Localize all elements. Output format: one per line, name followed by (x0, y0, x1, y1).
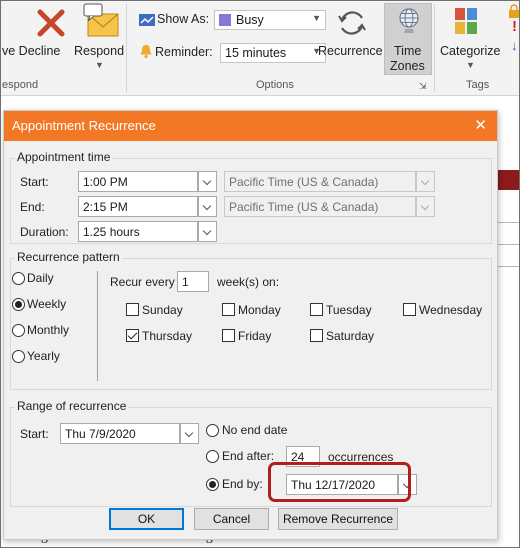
range-start-dropdown[interactable] (180, 423, 199, 444)
decline-icon[interactable] (34, 6, 68, 40)
yearly-radio[interactable] (12, 350, 25, 363)
sunday-checkbox[interactable] (126, 303, 139, 316)
appointment-recurrence-dialog: Appointment Recurrence ✕ Appointment tim… (3, 110, 498, 540)
low-importance-icon[interactable]: ↓ (511, 38, 518, 53)
wednesday-checkbox[interactable] (403, 303, 416, 316)
weeks-on-label: week(s) on: (217, 275, 280, 289)
tags-group-label: Tags (466, 79, 490, 91)
document-divider (498, 244, 520, 245)
weekly-label[interactable]: Weekly (27, 297, 66, 311)
private-lock-icon[interactable] (508, 4, 520, 18)
thursday-checkbox[interactable] (126, 329, 139, 342)
recurrence-pattern-legend: Recurrence pattern (15, 250, 122, 264)
document-header-bar (498, 170, 520, 190)
reminder-bell-icon (139, 43, 153, 59)
monthly-radio[interactable] (12, 324, 25, 337)
high-importance-icon[interactable]: ! (512, 18, 517, 35)
categorize-dropdown-icon[interactable]: ▼ (466, 60, 475, 70)
monday-label[interactable]: Monday (238, 303, 281, 317)
close-icon[interactable]: ✕ (474, 116, 487, 134)
pattern-divider (97, 271, 98, 381)
daily-radio[interactable] (12, 272, 25, 285)
respond-envelope-icon[interactable] (80, 2, 124, 42)
tuesday-label[interactable]: Tuesday (326, 303, 372, 317)
end-time-label: End: (20, 200, 45, 214)
saturday-label[interactable]: Saturday (326, 329, 374, 343)
ribbon: ve Decline Respond ▼ espond Show As: Bus… (0, 0, 520, 96)
start-timezone-dropdown (416, 171, 435, 192)
no-end-date-radio[interactable] (206, 424, 219, 437)
document-divider (498, 266, 520, 267)
end-after-radio[interactable] (206, 450, 219, 463)
document-divider (498, 222, 520, 223)
respond-group-label: espond (2, 79, 39, 91)
daily-label[interactable]: Daily (27, 271, 54, 285)
ribbon-separator (126, 4, 127, 92)
monthly-label[interactable]: Monthly (27, 323, 69, 337)
ribbon-separator (434, 4, 435, 92)
end-by-radio[interactable] (206, 478, 219, 491)
respond-dropdown-icon[interactable]: ▼ (95, 60, 104, 70)
chevron-down-icon: ▼ (312, 13, 321, 23)
show-as-label: Show As: (157, 12, 210, 26)
tuesday-checkbox[interactable] (310, 303, 323, 316)
reminder-label: Reminder: (155, 45, 213, 59)
dialog-title: Appointment Recurrence (12, 118, 156, 133)
categorize-icon[interactable] (453, 6, 479, 36)
options-group-label: Options (256, 79, 294, 91)
options-dialog-launcher-icon[interactable]: ⇲ (419, 81, 427, 92)
recurrence-icon[interactable] (335, 6, 369, 40)
friday-label[interactable]: Friday (238, 329, 271, 343)
busy-swatch-icon (219, 14, 231, 26)
range-start-input[interactable]: Thu 7/9/2020 (60, 423, 180, 444)
wednesday-label[interactable]: Wednesday (419, 303, 482, 317)
time-zones-label-line1: Time (394, 44, 422, 58)
monday-checkbox[interactable] (222, 303, 235, 316)
yearly-label[interactable]: Yearly (27, 349, 60, 363)
range-legend: Range of recurrence (15, 399, 129, 413)
cancel-button[interactable]: Cancel (194, 508, 269, 530)
show-as-dropdown[interactable]: Busy ▼ (214, 10, 326, 30)
show-as-value: Busy (236, 13, 264, 27)
start-time-label: Start: (20, 175, 49, 189)
respond-button-label[interactable]: Respond (74, 44, 124, 58)
no-end-date-label[interactable]: No end date (222, 423, 287, 437)
friday-checkbox[interactable] (222, 329, 235, 342)
decline-button-label[interactable]: ve Decline (2, 44, 60, 58)
duration-input[interactable]: 1.25 hours (78, 221, 198, 242)
start-time-input[interactable]: 1:00 PM (78, 171, 198, 192)
end-by-label[interactable]: End by: (222, 477, 263, 491)
categorize-button-label[interactable]: Categorize (440, 44, 500, 58)
start-timezone-field: Pacific Time (US & Canada) (224, 171, 416, 192)
recur-every-input[interactable]: 1 (177, 271, 209, 292)
end-after-label[interactable]: End after: (222, 449, 274, 463)
duration-dropdown[interactable] (198, 221, 217, 242)
end-timezone-field: Pacific Time (US & Canada) (224, 196, 416, 217)
end-by-highlight-annotation (268, 462, 411, 502)
end-time-input[interactable]: 2:15 PM (78, 196, 198, 217)
weekly-radio[interactable] (12, 298, 25, 311)
show-as-icon (139, 14, 155, 26)
start-time-dropdown[interactable] (198, 171, 217, 192)
reminder-value: 15 minutes (225, 46, 287, 60)
dialog-titlebar[interactable]: Appointment Recurrence ✕ (4, 111, 497, 141)
recurrence-button-label[interactable]: Recurrence (318, 44, 383, 58)
end-time-dropdown[interactable] (198, 196, 217, 217)
reminder-dropdown[interactable]: 15 minutes ▼ (220, 43, 326, 63)
recur-every-label: Recur every (110, 275, 175, 289)
remove-recurrence-button[interactable]: Remove Recurrence (278, 508, 398, 530)
sunday-label[interactable]: Sunday (142, 303, 183, 317)
range-start-label: Start: (20, 427, 49, 441)
time-zones-label-line2: Zones (390, 59, 425, 73)
end-timezone-dropdown (416, 196, 435, 217)
saturday-checkbox[interactable] (310, 329, 323, 342)
duration-label: Duration: (20, 225, 69, 239)
thursday-label[interactable]: Thursday (142, 329, 192, 343)
globe-icon (396, 6, 422, 36)
appointment-time-legend: Appointment time (15, 150, 113, 164)
ok-button[interactable]: OK (109, 508, 184, 530)
